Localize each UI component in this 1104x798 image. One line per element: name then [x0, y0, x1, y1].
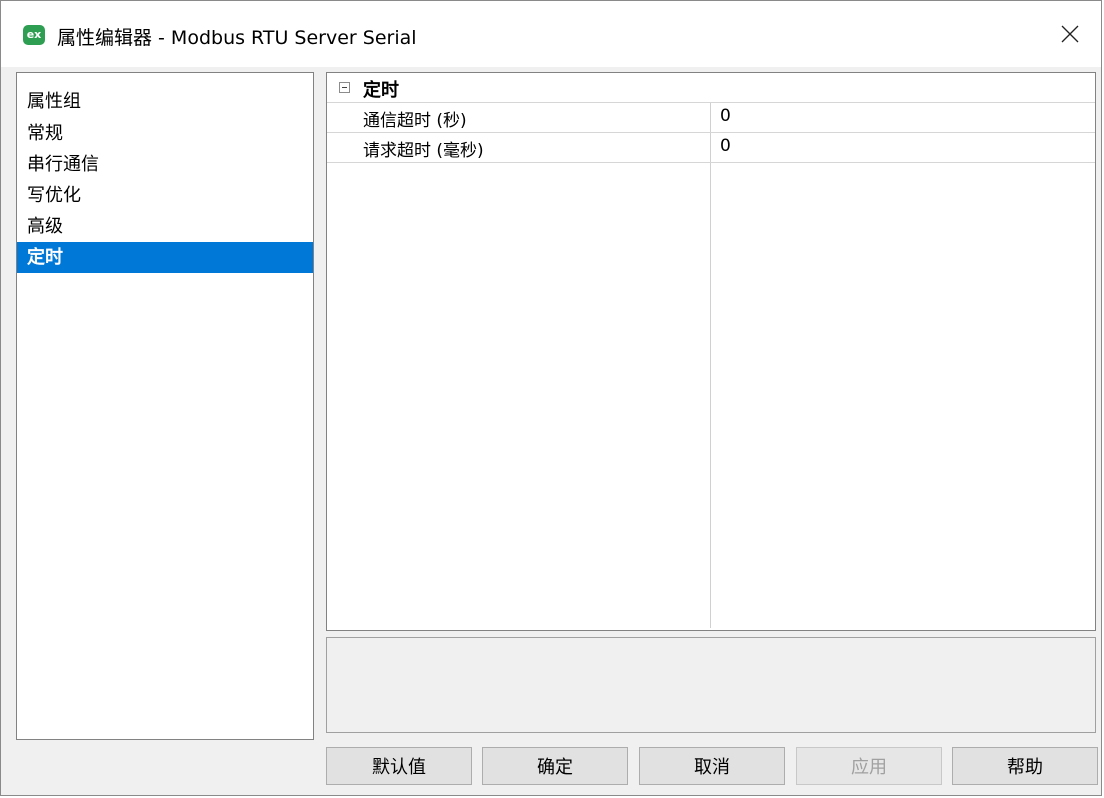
group-item-advanced[interactable]: 高级	[17, 211, 313, 242]
window-title: 属性编辑器 - Modbus RTU Server Serial	[57, 27, 417, 49]
property-grid: 定时 通信超时 (秒) 0 请求超时 (毫秒) 0	[326, 72, 1096, 631]
property-name: 请求超时 (毫秒)	[363, 141, 484, 161]
group-item-write-optimization[interactable]: 写优化	[17, 180, 313, 211]
cancel-button[interactable]: 取消	[639, 747, 785, 785]
property-group-header: 属性组	[27, 91, 81, 112]
property-name: 通信超时 (秒)	[363, 111, 467, 131]
column-divider	[710, 103, 711, 628]
property-group-list: 常规 串行通信 写优化 高级 定时	[17, 118, 313, 273]
group-item-general[interactable]: 常规	[17, 118, 313, 149]
app-logo-icon: ex	[23, 25, 45, 45]
group-item-serial-comm[interactable]: 串行通信	[17, 149, 313, 180]
property-editor-window: ex 属性编辑器 - Modbus RTU Server Serial 属性组 …	[0, 0, 1102, 796]
property-row-comm-timeout[interactable]: 通信超时 (秒) 0	[327, 103, 1095, 133]
category-row-timing[interactable]: 定时	[327, 73, 1095, 103]
close-icon	[1061, 25, 1079, 43]
property-row-request-timeout[interactable]: 请求超时 (毫秒) 0	[327, 133, 1095, 163]
help-button[interactable]: 帮助	[952, 747, 1098, 785]
close-button[interactable]	[1051, 15, 1089, 53]
apply-button[interactable]: 应用	[796, 747, 942, 785]
title-bar: ex 属性编辑器 - Modbus RTU Server Serial	[1, 1, 1101, 67]
category-label: 定时	[363, 80, 399, 101]
defaults-button[interactable]: 默认值	[326, 747, 472, 785]
description-panel	[326, 637, 1096, 733]
property-value-request-timeout[interactable]: 0	[720, 136, 731, 156]
collapse-icon[interactable]	[339, 82, 350, 93]
group-item-timing[interactable]: 定时	[17, 242, 313, 273]
property-value-comm-timeout[interactable]: 0	[720, 106, 731, 126]
ok-button[interactable]: 确定	[482, 747, 628, 785]
property-group-panel: 属性组 常规 串行通信 写优化 高级 定时	[16, 72, 314, 740]
